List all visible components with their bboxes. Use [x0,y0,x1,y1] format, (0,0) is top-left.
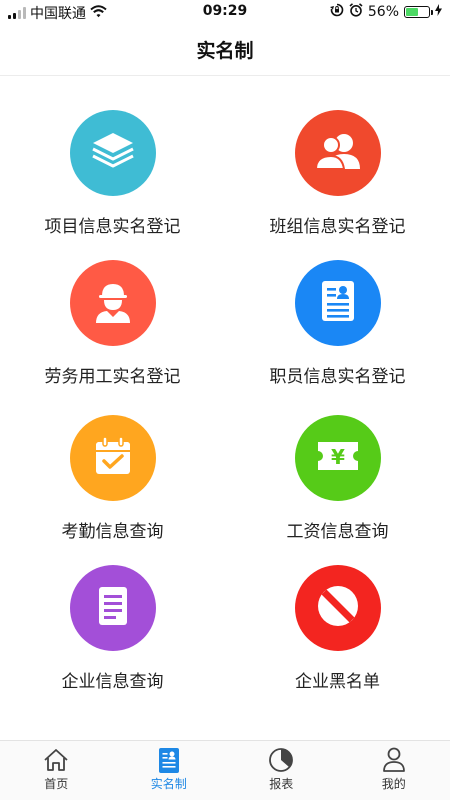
tile-label: 工资信息查询 [286,522,389,542]
tile-icon-circle [69,110,156,196]
salary-ticket-icon: ¥ [316,439,360,477]
tile-icon-circle [69,415,156,501]
tile-label: 企业信息查询 [61,672,164,692]
rotation-lock-icon [329,3,344,21]
alarm-icon [349,3,363,21]
tab-realname[interactable]: 实名制 [113,741,226,800]
tile-labor-realname[interactable]: 劳务用工实名登记 [0,246,225,396]
document-icon [98,586,128,630]
tile-icon-circle [69,565,156,651]
battery-icon [404,6,433,18]
profile-icon [382,747,406,773]
tile-label: 考勤信息查询 [61,522,164,542]
tile-label: 项目信息实名登记 [44,217,181,237]
tile-label: 企业黑名单 [295,672,380,692]
ban-icon [315,583,361,633]
tile-team-realname[interactable]: 班组信息实名登记 [225,96,450,246]
tile-icon-circle: ¥ [294,415,381,501]
tab-report[interactable]: 报表 [225,741,338,800]
tile-staff-realname[interactable]: 职员信息实名登记 [225,246,450,396]
tab-home[interactable]: 首页 [0,741,113,800]
tab-label: 首页 [44,777,69,791]
svg-text:¥: ¥ [331,445,345,469]
tab-label: 报表 [269,777,294,791]
tile-label: 班组信息实名登记 [269,217,406,237]
tab-profile[interactable]: 我的 [338,741,450,800]
tile-icon-circle [69,260,156,346]
layers-icon [91,131,135,175]
tab-bar: 首页 实名制 报表 我的 [0,740,450,800]
tile-icon-circle [294,110,381,196]
tile-icon-circle [294,260,381,346]
tile-salary-query[interactable]: ¥ 工资信息查询 [225,401,450,551]
home-icon [43,747,69,773]
tile-project-realname[interactable]: 项目信息实名登记 [0,96,225,246]
worker-icon [91,279,135,327]
realname-icon [158,747,179,773]
status-right: 56% [329,3,442,21]
status-bar: 中国联通 09:29 56% [0,0,450,24]
nav-bar: 实名制 [0,24,450,76]
tile-label: 职员信息实名登记 [269,367,406,387]
group-icon [314,131,362,175]
id-card-icon [321,280,355,326]
calendar-check-icon [93,436,133,480]
tile-company-query[interactable]: 企业信息查询 [0,551,225,701]
report-icon [268,747,294,773]
battery-percent: 56% [367,4,399,20]
tile-icon-circle [294,565,381,651]
tile-label: 劳务用工实名登记 [44,367,181,387]
charging-icon [435,4,442,20]
tile-attendance-query[interactable]: 考勤信息查询 [0,401,225,551]
page-title: 实名制 [196,40,254,62]
tile-company-blacklist[interactable]: 企业黑名单 [225,551,450,701]
tab-label: 我的 [381,777,406,791]
tab-label: 实名制 [150,777,187,791]
